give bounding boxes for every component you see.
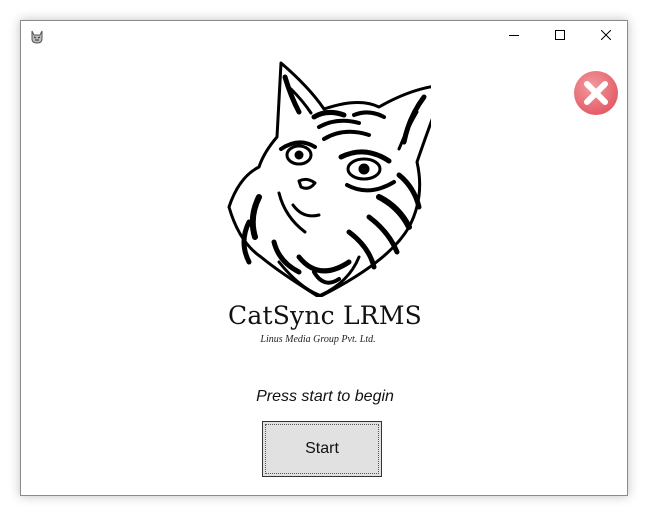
tribal-cat-head-icon — [227, 61, 447, 299]
company-name: Linus Media Group Pvt. Ltd. — [260, 334, 376, 345]
red-circle-x-icon — [574, 71, 618, 115]
maximize-button[interactable] — [537, 21, 583, 51]
app-title: CatSync LRMS — [228, 301, 422, 330]
minimize-button[interactable] — [491, 21, 537, 51]
close-icon — [600, 27, 612, 45]
window-close-button[interactable] — [583, 21, 629, 51]
minimize-icon — [509, 27, 519, 45]
cat-icon — [29, 29, 45, 45]
title-bar[interactable] — [21, 21, 627, 51]
cat-logo — [219, 57, 447, 299]
start-prompt: Press start to begin — [256, 388, 394, 405]
exit-button[interactable] — [572, 69, 620, 117]
start-button[interactable]: Start — [262, 421, 382, 477]
maximize-icon — [555, 27, 565, 45]
app-window: CatSync LRMS Linus Media Group Pvt. Ltd.… — [20, 20, 628, 496]
